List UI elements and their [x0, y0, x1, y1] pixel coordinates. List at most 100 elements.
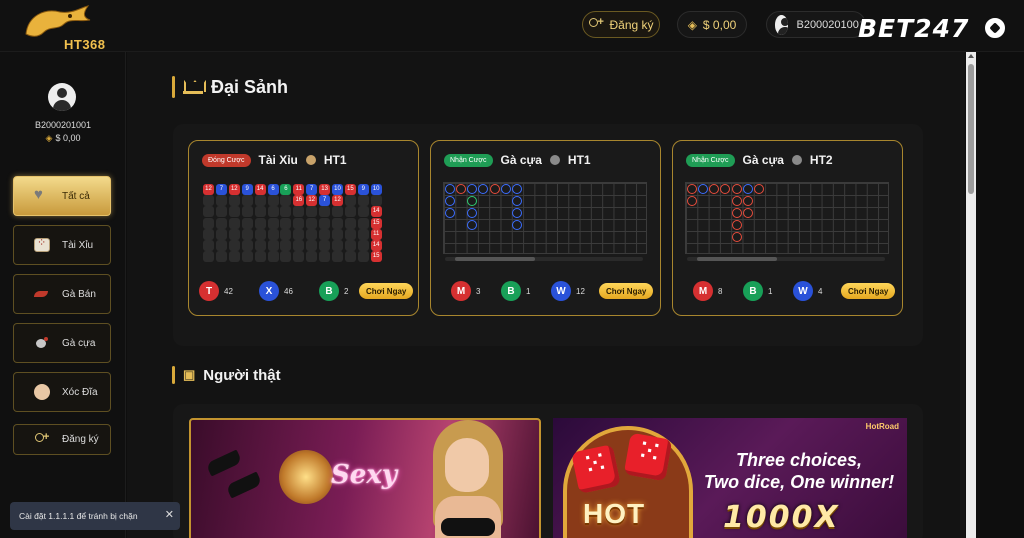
road-marker — [478, 184, 489, 194]
avatar-icon — [775, 14, 789, 35]
sidebar-item-label: Gà Bán — [62, 288, 96, 300]
result-cell: 7 — [215, 184, 227, 195]
result-cell — [319, 251, 331, 263]
stat-dot: B — [743, 281, 763, 301]
stat-w: W 12 — [551, 281, 585, 301]
card-table: HT1 — [323, 153, 347, 167]
result-cell — [344, 251, 356, 263]
result-cell — [228, 228, 240, 240]
play-now-button[interactable]: Chơi Ngay — [841, 283, 896, 299]
dice-icon — [623, 432, 673, 482]
main-content: Đại Sảnh Đóng Cược Tài Xỉu HT1 12 7 12 9 14 6… — [127, 52, 965, 538]
road-scrollbar[interactable] — [687, 257, 885, 261]
result-cell — [215, 195, 227, 207]
stat-m: M 8 — [693, 281, 722, 301]
sidebar-item-label: Đăng ký — [62, 434, 99, 445]
result-cell — [241, 228, 253, 240]
page-scrollbar[interactable] — [966, 52, 976, 538]
road-marker — [686, 184, 697, 194]
result-cell — [254, 240, 266, 251]
result-cell — [203, 206, 214, 218]
scroll-up-icon[interactable] — [968, 54, 974, 58]
result-cell — [267, 217, 279, 229]
site-logo[interactable]: HT368 — [20, 4, 105, 52]
stat-value: 1 — [768, 286, 773, 296]
sidebar-item-ga-cua[interactable]: Gà cựa — [13, 323, 111, 363]
multiplier-label: 1000X — [723, 500, 840, 535]
result-cell: 9 — [241, 184, 253, 195]
card-header: Nhận Cược Gà cựa HT1 — [444, 153, 591, 167]
play-now-button[interactable]: Chơi Ngay — [359, 283, 414, 299]
road-scrollbar[interactable] — [445, 257, 643, 261]
stat-dot: M — [693, 281, 713, 301]
sidebar-item-label: Tất cả — [62, 190, 90, 202]
stat-value: 12 — [576, 286, 585, 296]
provider-logo: HotRoad — [865, 422, 899, 431]
card-title: Tài Xỉu — [258, 153, 298, 167]
road-grid — [443, 182, 647, 254]
diamond-icon: ◈ — [45, 133, 53, 143]
result-cell — [215, 251, 227, 263]
logo-text: HT368 — [64, 37, 106, 52]
stat-dot: B — [319, 281, 339, 301]
road-grid — [685, 182, 889, 254]
road-scroll-thumb[interactable] — [697, 257, 777, 261]
result-cell — [370, 195, 382, 207]
road-marker — [467, 184, 478, 194]
sidebar-item-register[interactable]: Đăng ký — [13, 424, 111, 455]
result-cell — [280, 206, 292, 218]
banner-sexy-text: Sexy — [331, 460, 397, 490]
profile-balance-value: $ 0,00 — [55, 133, 81, 143]
road-marker — [444, 208, 455, 218]
game-card-gacua-ht2[interactable]: Nhận Cược Gà cựa HT2 M 8 B 1 W 4 Chơi Ng… — [672, 140, 903, 316]
game-card-taixiu-ht1[interactable]: Đóng Cược Tài Xỉu HT1 12 7 12 9 14 6 6 11 7 13 10 1… — [188, 140, 419, 316]
scroll-thumb[interactable] — [968, 64, 974, 194]
result-cell: 12 — [228, 184, 240, 195]
profile-avatar[interactable] — [48, 83, 76, 111]
result-cell: 9 — [357, 184, 369, 195]
heels-decoration — [205, 448, 275, 508]
result-cell — [254, 217, 266, 229]
result-cell: 14 — [370, 240, 382, 251]
lobby-title: Đại Sảnh — [211, 76, 289, 97]
sidebar-item-taixiu[interactable]: Tài Xỉu — [13, 225, 111, 265]
stat-value: 46 — [284, 286, 293, 296]
add-user-icon — [588, 16, 604, 32]
result-cell — [280, 251, 292, 263]
road-marker — [512, 184, 523, 194]
road-scroll-thumb[interactable] — [455, 257, 535, 261]
result-cell — [319, 240, 331, 251]
result-cell — [254, 228, 266, 240]
result-cell — [228, 251, 240, 263]
road-marker — [731, 220, 742, 230]
result-cell — [293, 228, 305, 240]
sidebar-item-all[interactable]: Tất cả — [13, 176, 111, 216]
card-header: Nhận Cược Gà cựa HT2 — [686, 153, 833, 167]
account-button[interactable]: B2000201001 — [766, 11, 866, 38]
balance-display[interactable]: ◈ $ 0,00 — [677, 11, 747, 38]
result-cell — [357, 217, 369, 229]
sidebar-item-ga-ban[interactable]: Gà Bán — [13, 274, 111, 314]
road-marker — [709, 184, 720, 194]
game-card-gacua-ht1[interactable]: Nhận Cược Gà cựa HT1 M 3 B 1 W 12 Chơi N… — [430, 140, 661, 316]
sidebar-item-xoc-dia[interactable]: Xóc Đĩa — [13, 372, 111, 412]
banner-line-2: Two dice, One winner! — [703, 472, 895, 492]
register-label: Đăng ký — [609, 17, 654, 32]
road-marker — [743, 184, 753, 194]
hot-dice-banner[interactable]: HOT Three choices, Two dice, One winner!… — [553, 418, 907, 538]
banner-line-1: Three choices, — [735, 450, 863, 470]
lady-icon — [34, 384, 50, 400]
close-icon[interactable]: ✕ — [165, 508, 174, 521]
result-cell: 15 — [370, 251, 382, 263]
result-cell — [293, 240, 305, 251]
play-now-button[interactable]: Chơi Ngay — [599, 283, 654, 299]
balance-value: $ 0,00 — [702, 17, 737, 32]
result-cell — [267, 228, 279, 240]
header-register-button[interactable]: Đăng ký — [582, 11, 660, 38]
status-badge: Nhận Cược — [444, 153, 493, 167]
stat-dot: W — [793, 281, 813, 301]
road-marker — [731, 232, 742, 242]
stat-m: M 3 — [451, 281, 480, 301]
result-cell — [215, 206, 227, 218]
sexy-casino-banner[interactable]: Sexy — [189, 418, 541, 538]
